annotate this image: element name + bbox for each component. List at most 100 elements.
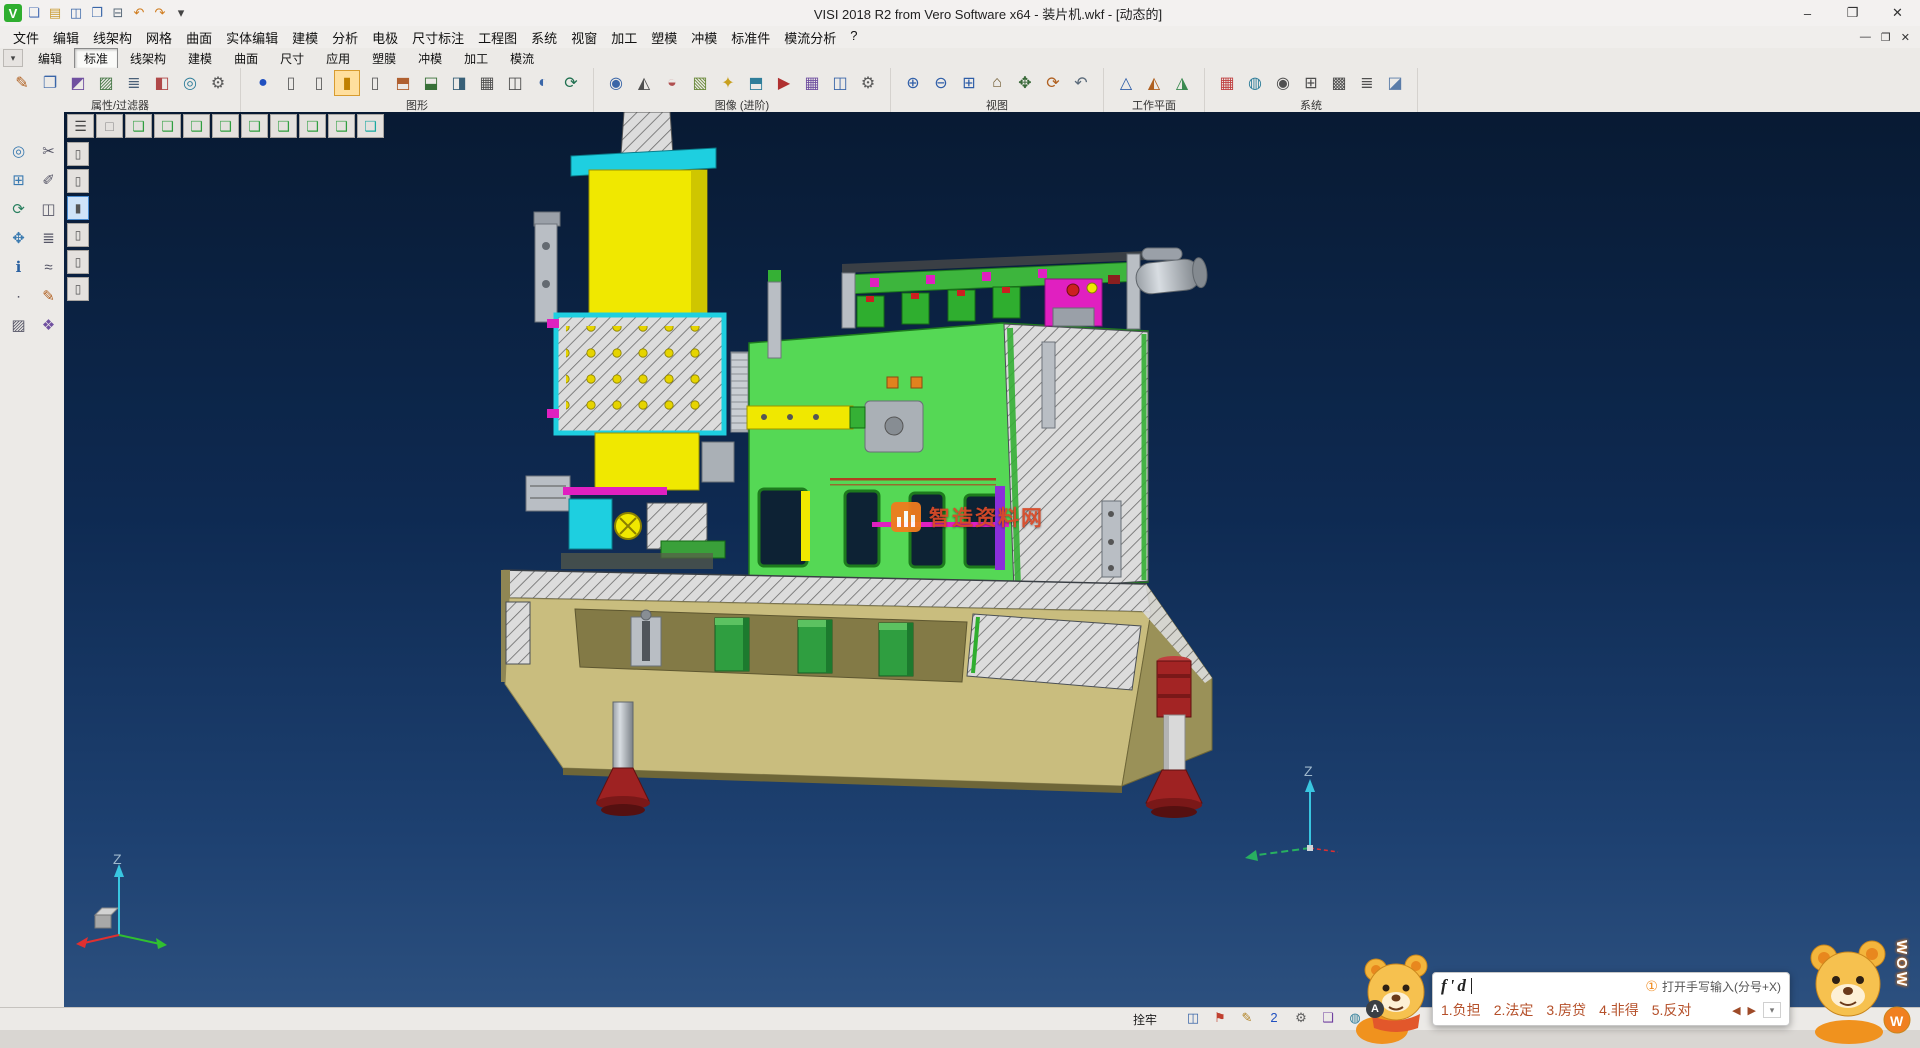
status-flag-icon[interactable]: ⚑ xyxy=(1211,1010,1229,1026)
tab-standard[interactable]: 标准 xyxy=(74,48,118,69)
layer-visible-icon[interactable]: ▯ xyxy=(306,70,332,96)
3d-viewport[interactable]: Z Z ☰□❑❑❑❑❑❑❑❑❑ ▯▯▮▯▯▯ xyxy=(64,112,1920,1008)
ime-handwriting-hint[interactable]: ① 打开手写输入(分号+X) xyxy=(1645,978,1781,995)
workplane-align-icon[interactable]: ◭ xyxy=(1141,70,1167,96)
status-edit-icon[interactable]: ✎ xyxy=(1238,1010,1256,1026)
ime-candidate[interactable]: 2.法定 xyxy=(1494,1000,1534,1020)
tab-die[interactable]: 冲模 xyxy=(408,48,452,69)
view-front-icon[interactable]: ❑ xyxy=(183,114,210,138)
ime-candidate[interactable]: 5.反对 xyxy=(1652,1000,1692,1020)
undo-icon[interactable]: ↶ xyxy=(129,3,149,23)
menu-window[interactable]: 视窗 xyxy=(564,26,604,49)
world-settings-icon[interactable]: ◍ xyxy=(1242,70,1268,96)
view-iso-icon[interactable]: ❑ xyxy=(125,114,152,138)
menu-dimensioning[interactable]: 尺寸标注 xyxy=(405,26,471,49)
tab-dimension[interactable]: 尺寸 xyxy=(270,48,314,69)
status-save-icon[interactable]: ◫ xyxy=(1184,1010,1202,1026)
menu-mold[interactable]: 塑模 xyxy=(644,26,684,49)
status-settings-icon[interactable]: ⚙ xyxy=(1292,1010,1310,1026)
tab-surface[interactable]: 曲面 xyxy=(224,48,268,69)
color-table-icon[interactable]: ⬒ xyxy=(390,70,416,96)
zoom-icon[interactable]: ◎ xyxy=(4,138,33,164)
refresh-all-icon[interactable]: ⟳ xyxy=(558,70,584,96)
menu-solid-edit[interactable]: 实体编辑 xyxy=(219,26,285,49)
hatch-icon[interactable]: ▨ xyxy=(4,312,33,338)
attribute-copy-icon[interactable]: ❐ xyxy=(37,70,63,96)
menu-system[interactable]: 系统 xyxy=(524,26,564,49)
menu-modeling[interactable]: 建模 xyxy=(285,26,325,49)
new-file-icon[interactable]: ❏ xyxy=(24,3,44,23)
menu-standard-parts[interactable]: 标准件 xyxy=(724,26,777,49)
menu-mesh[interactable]: 网格 xyxy=(139,26,179,49)
rotate-tool-icon[interactable]: ⟳ xyxy=(4,196,33,222)
zoom-out-icon[interactable]: ⊖ xyxy=(928,70,954,96)
view-menu-icon[interactable]: ☰ xyxy=(67,114,94,138)
open-folder-icon[interactable]: ▤ xyxy=(45,3,65,23)
zoom-in-icon[interactable]: ⊕ xyxy=(900,70,926,96)
menu-drafting[interactable]: 工程图 xyxy=(471,26,524,49)
rotate-view-icon[interactable]: ⟳ xyxy=(1040,70,1066,96)
save-icon[interactable]: ◫ xyxy=(66,3,86,23)
view-shaded-icon[interactable]: ❑ xyxy=(357,114,384,138)
mirror-tool-icon[interactable]: ◫ xyxy=(34,196,63,222)
ime-collapse-button[interactable]: ▾ xyxy=(1763,1002,1781,1018)
record-video-icon[interactable]: ▶ xyxy=(771,70,797,96)
compare-view-icon[interactable]: ◫ xyxy=(827,70,853,96)
tab-edit[interactable]: 编辑 xyxy=(28,48,72,69)
linetype-table-icon[interactable]: ⬓ xyxy=(418,70,444,96)
shade-mode-icon[interactable]: ◐ xyxy=(530,70,556,96)
shaded-sphere-icon[interactable]: ◉ xyxy=(1270,70,1296,96)
menu-surface[interactable]: 曲面 xyxy=(179,26,219,49)
render-settings-icon[interactable]: ⚙ xyxy=(855,70,881,96)
grid-settings-icon[interactable]: ⊞ xyxy=(1298,70,1324,96)
tab-modeling[interactable]: 建模 xyxy=(178,48,222,69)
previous-view-icon[interactable]: ↶ xyxy=(1068,70,1094,96)
lighting-icon[interactable]: ✦ xyxy=(715,70,741,96)
view-filter-3-icon[interactable]: ▮ xyxy=(67,196,89,220)
measure-icon[interactable]: ✐ xyxy=(34,167,63,193)
menu-wireframe[interactable]: 线架构 xyxy=(86,26,139,49)
workplane-free-icon[interactable]: ◮ xyxy=(1169,70,1195,96)
grid-display-icon[interactable]: ▦ xyxy=(474,70,500,96)
tab-molding[interactable]: 塑膜 xyxy=(362,48,406,69)
tab-moldflow[interactable]: 模流 xyxy=(500,48,544,69)
matrix-icon[interactable]: ▩ xyxy=(1326,70,1352,96)
menu-help[interactable]: ? xyxy=(843,26,864,49)
move-tool-icon[interactable]: ✥ xyxy=(4,225,33,251)
print-icon[interactable]: ⊟ xyxy=(108,3,128,23)
redo-icon[interactable]: ↷ xyxy=(150,3,170,23)
capture-image-icon[interactable]: ⬒ xyxy=(743,70,769,96)
view-empty-icon[interactable]: □ xyxy=(96,114,123,138)
lineweight-table-icon[interactable]: ◨ xyxy=(446,70,472,96)
view-filter-6-icon[interactable]: ▯ xyxy=(67,277,89,301)
minimize-button[interactable]: – xyxy=(1785,0,1830,26)
save-all-icon[interactable]: ❐ xyxy=(87,3,107,23)
stereo-view-icon[interactable]: ◭ xyxy=(631,70,657,96)
tab-application[interactable]: 应用 xyxy=(316,48,360,69)
ime-mode-badge[interactable]: A xyxy=(1366,1000,1384,1018)
tab-overflow-dropdown-icon[interactable]: ▾ xyxy=(3,49,23,67)
view-filter-2-icon[interactable]: ▯ xyxy=(67,169,89,193)
view-top-icon[interactable]: ❑ xyxy=(154,114,181,138)
section-view-icon[interactable]: ◒ xyxy=(659,70,685,96)
ime-candidate[interactable]: 4.非得 xyxy=(1599,1000,1639,1020)
type-filter-icon[interactable]: ◎ xyxy=(177,70,203,96)
mdi-restore-button[interactable]: ❐ xyxy=(1881,31,1891,44)
view-filter-4-icon[interactable]: ▯ xyxy=(67,223,89,247)
redraw-icon[interactable]: ● xyxy=(250,70,276,96)
filter-settings-icon[interactable]: ⚙ xyxy=(205,70,231,96)
tab-machining[interactable]: 加工 xyxy=(454,48,498,69)
close-button[interactable]: ✕ xyxy=(1875,0,1920,26)
gallery-icon[interactable]: ▦ xyxy=(799,70,825,96)
grid-snap-icon[interactable]: ⊞ xyxy=(4,167,33,193)
ime-candidate[interactable]: 1.负担 xyxy=(1441,1000,1481,1020)
texture-icon[interactable]: ▧ xyxy=(687,70,713,96)
status-cube-icon[interactable]: ❑ xyxy=(1319,1010,1337,1026)
menu-edit[interactable]: 编辑 xyxy=(46,26,86,49)
curve-icon[interactable]: ≈ xyxy=(34,254,63,280)
menu-electrode[interactable]: 电极 xyxy=(365,26,405,49)
lock-toggle[interactable]: 拴牢 xyxy=(1133,1011,1157,1028)
attribute-paint-icon[interactable]: ✎ xyxy=(9,70,35,96)
menu-moldflow-analysis[interactable]: 模流分析 xyxy=(777,26,843,49)
layer-filter-icon[interactable]: ≣ xyxy=(121,70,147,96)
